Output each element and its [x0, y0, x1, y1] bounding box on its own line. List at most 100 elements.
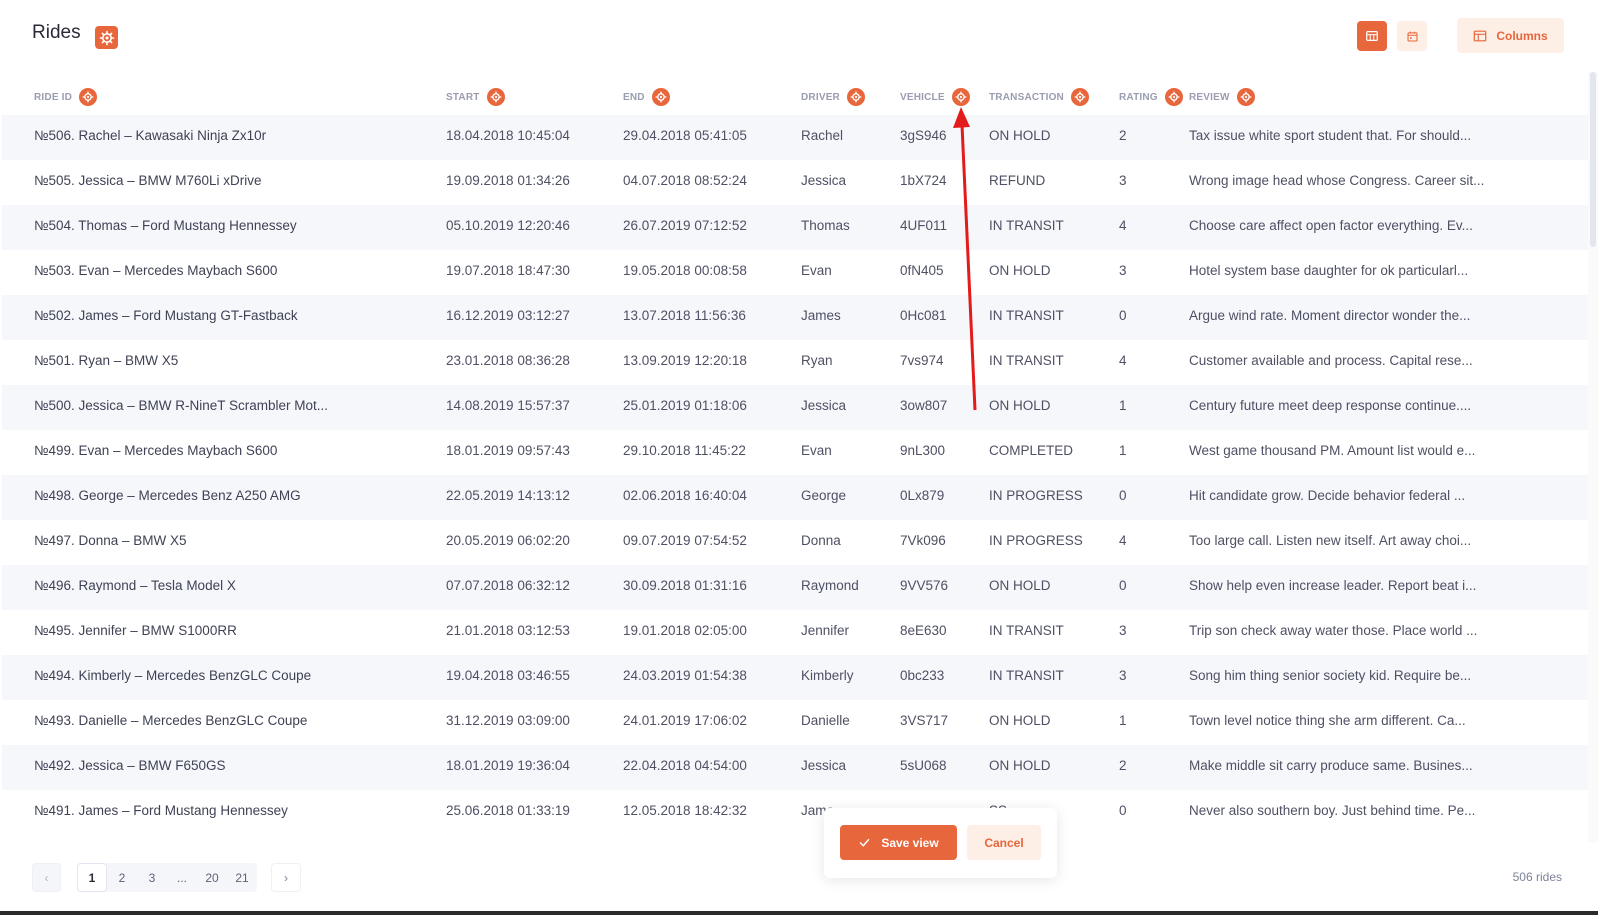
vehicle-cell: 1bX724 — [900, 173, 947, 188]
table-row[interactable]: №495. Jennifer – BMW S1000RR 21.01.2018 0… — [2, 610, 1588, 655]
driver-cell: Raymond — [801, 578, 859, 593]
vehicle-cell: 0Hc081 — [900, 308, 947, 323]
rating-cell: 1 — [1119, 398, 1127, 413]
page-button[interactable]: 1 — [77, 863, 107, 892]
table-row[interactable]: №505. Jessica – BMW M760Li xDrive 19.09.2… — [2, 160, 1588, 205]
gear-icon — [850, 91, 862, 103]
review-cell: West game thousand PM. Amount list would… — [1189, 443, 1476, 458]
ride-id-cell: №498. George – Mercedes Benz A250 AMG — [34, 488, 301, 503]
table-view-button[interactable] — [1357, 21, 1387, 51]
driver-cell: Ryan — [801, 353, 833, 368]
end-cell: 02.06.2018 16:40:04 — [623, 488, 747, 503]
review-cell: Song him thing senior society kid. Requi… — [1189, 668, 1472, 683]
table-row[interactable]: №498. George – Mercedes Benz A250 AMG 22.… — [2, 475, 1588, 520]
driver-cell: Evan — [801, 263, 832, 278]
start-cell: 31.12.2019 03:09:00 — [446, 713, 570, 728]
start-cell: 19.09.2018 01:34:26 — [446, 173, 570, 188]
end-cell: 29.04.2018 05:41:05 — [623, 128, 747, 143]
page-ellipsis: ... — [176, 870, 187, 885]
table-row[interactable]: №493. Danielle – Mercedes BenzGLC Coupe 3… — [2, 700, 1588, 745]
table-row[interactable]: №500. Jessica – BMW R-NineT Scrambler Mo… — [2, 385, 1588, 430]
next-page-button[interactable]: › — [271, 863, 301, 892]
vehicle-cell: 0bc233 — [900, 668, 945, 683]
transaction-cell: ON HOLD — [989, 263, 1051, 278]
title-settings-button[interactable] — [95, 26, 118, 49]
column-settings-button[interactable] — [79, 88, 98, 106]
table-row[interactable]: №499. Evan – Mercedes Maybach S600 18.01.… — [2, 430, 1588, 475]
ride-id-cell: №500. Jessica – BMW R-NineT Scrambler Mo… — [34, 398, 329, 413]
review-cell: Town level notice thing she arm differen… — [1189, 713, 1466, 728]
save-view-button[interactable]: Save view — [840, 825, 957, 860]
review-cell: Wrong image head whose Congress. Career … — [1189, 173, 1485, 188]
table-row[interactable]: №506. Rachel – Kawasaki Ninja Zx10r 18.04… — [2, 115, 1588, 160]
driver-cell: Kimberly — [801, 668, 854, 683]
ride-id-cell: №501. Ryan – BMW X5 — [34, 353, 179, 368]
table-row[interactable]: №504. Thomas – Ford Mustang Hennessey 05.… — [2, 205, 1588, 250]
transaction-cell: COMPLETED — [989, 443, 1074, 458]
page-button[interactable]: 2 — [107, 863, 137, 892]
rating-cell: 1 — [1119, 713, 1127, 728]
driver-cell: Jessica — [801, 758, 847, 773]
column-header-driver: Driver — [801, 88, 865, 106]
ride-id-cell: №495. Jennifer – BMW S1000RR — [34, 623, 237, 638]
vehicle-cell: 7Vk096 — [900, 533, 946, 548]
column-label: Driver — [801, 91, 840, 103]
column-settings-button[interactable] — [846, 88, 865, 106]
start-cell: 19.07.2018 18:47:30 — [446, 263, 570, 278]
vehicle-cell: 3VS717 — [900, 713, 949, 728]
previous-page-button[interactable]: ‹ — [32, 863, 61, 892]
column-settings-button[interactable] — [1070, 88, 1089, 106]
column-settings-button[interactable] — [1164, 88, 1183, 106]
vehicle-cell: 5sU068 — [900, 758, 947, 773]
vehicle-cell: 3ow807 — [900, 398, 948, 413]
page-header: Rides Columns — [0, 0, 1598, 72]
page-button[interactable]: 20 — [197, 863, 227, 892]
column-header-vehicle: Vehicle — [900, 88, 970, 106]
transaction-cell: IN TRANSIT — [989, 353, 1064, 368]
save-view-label: Save view — [881, 835, 939, 850]
start-cell: 07.07.2018 06:32:12 — [446, 578, 570, 593]
transaction-cell: REFUND — [989, 173, 1046, 188]
start-cell: 20.05.2019 06:02:20 — [446, 533, 570, 548]
driver-cell: Donna — [801, 533, 841, 548]
review-cell: Hotel system base daughter for ok partic… — [1189, 263, 1469, 278]
scrollbar-thumb[interactable] — [1590, 72, 1596, 247]
gear-icon — [99, 30, 114, 45]
rating-cell: 1 — [1119, 443, 1127, 458]
columns-button[interactable]: Columns — [1457, 18, 1564, 53]
driver-cell: Jessica — [801, 173, 847, 188]
ride-id-cell: №493. Danielle – Mercedes BenzGLC Coupe — [34, 713, 308, 728]
column-settings-button[interactable] — [651, 88, 670, 106]
table-row[interactable]: №503. Evan – Mercedes Maybach S600 19.07.… — [2, 250, 1588, 295]
table-row[interactable]: №502. James – Ford Mustang GT-Fastback 16… — [2, 295, 1588, 340]
driver-cell: Evan — [801, 443, 832, 458]
columns-label: Columns — [1496, 28, 1548, 43]
column-header-review: Review — [1189, 88, 1255, 106]
column-settings-button[interactable] — [951, 88, 970, 106]
page-button[interactable]: 3 — [137, 863, 167, 892]
vertical-scrollbar[interactable] — [1588, 72, 1598, 842]
table-row[interactable]: №496. Raymond – Tesla Model X 07.07.2018 … — [2, 565, 1588, 610]
cancel-button[interactable]: Cancel — [967, 825, 1041, 860]
table-row[interactable]: №491. James – Ford Mustang Hennessey 25.0… — [2, 790, 1588, 835]
table-row[interactable]: №497. Donna – BMW X5 20.05.2019 06:02:20 0… — [2, 520, 1588, 565]
column-header-start: Start — [446, 88, 505, 106]
calendar-view-button[interactable] — [1397, 21, 1427, 51]
column-settings-button[interactable] — [486, 88, 505, 106]
table-row[interactable]: №494. Kimberly – Mercedes BenzGLC Coupe 1… — [2, 655, 1588, 700]
page-button[interactable]: 21 — [227, 863, 257, 892]
ride-id-cell: №505. Jessica – BMW M760Li xDrive — [34, 173, 262, 188]
gear-icon — [1168, 91, 1180, 103]
table-body: №506. Rachel – Kawasaki Ninja Zx10r 18.04… — [2, 115, 1588, 837]
transaction-cell: IN TRANSIT — [989, 308, 1064, 323]
table-row[interactable]: №501. Ryan – BMW X5 23.01.2018 08:36:28 13… — [2, 340, 1588, 385]
pagination-bar: ‹ 1 2 3 ... 20 21 › 506 rides — [0, 842, 1590, 902]
calendar-icon — [1407, 31, 1417, 41]
end-cell: 04.07.2018 08:52:24 — [623, 173, 747, 188]
vehicle-cell: 0Lx879 — [900, 488, 945, 503]
transaction-cell: IN PROGRESS — [989, 533, 1083, 548]
ride-id-cell: №499. Evan – Mercedes Maybach S600 — [34, 443, 278, 458]
table-row[interactable]: №492. Jessica – BMW F650GS 18.01.2019 19:… — [2, 745, 1588, 790]
column-settings-button[interactable] — [1236, 88, 1255, 106]
review-cell: Make middle sit carry produce same. Busi… — [1189, 758, 1473, 773]
